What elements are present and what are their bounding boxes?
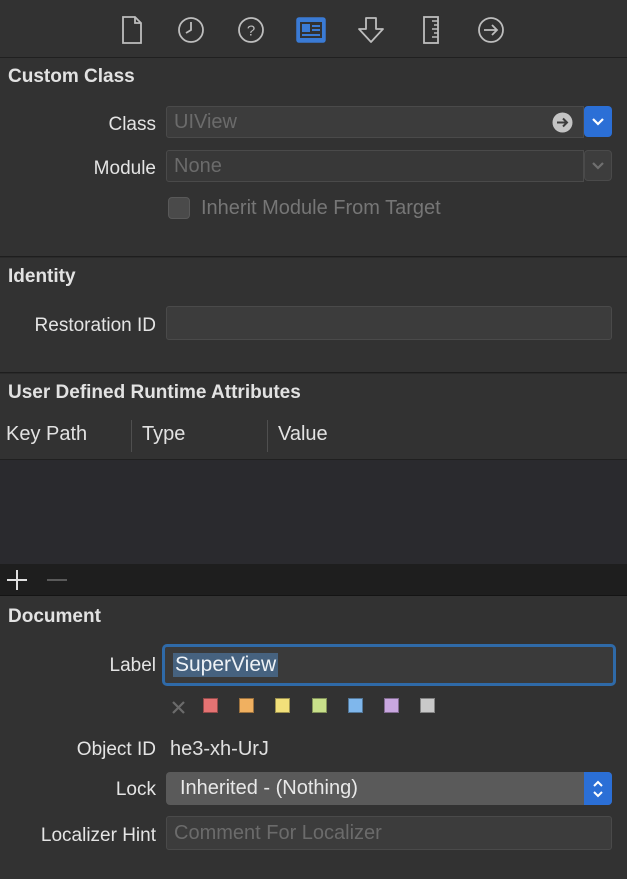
module-label: Module [93, 158, 156, 179]
localizer-hint-input[interactable] [174, 821, 611, 845]
restoration-id-label: Restoration ID [34, 315, 156, 336]
go-to-class-icon[interactable] [552, 112, 573, 139]
plus-icon [7, 570, 27, 590]
attributes-inspector-icon[interactable] [355, 14, 387, 46]
column-separator [131, 420, 132, 452]
updown-chevron-icon [584, 772, 612, 805]
size-inspector-icon[interactable] [415, 14, 447, 46]
restoration-id-field[interactable] [166, 306, 612, 340]
module-field[interactable] [166, 150, 584, 182]
color-swatch[interactable] [347, 698, 363, 713]
history-inspector-icon[interactable] [175, 14, 207, 46]
document-title: Document [8, 606, 101, 627]
class-label: Class [108, 114, 156, 135]
inherit-module-checkbox[interactable] [168, 197, 190, 219]
runtime-attributes-table-body[interactable] [0, 460, 627, 564]
localizer-hint-field[interactable] [166, 816, 612, 850]
column-header-type[interactable]: Type [142, 423, 185, 446]
connections-inspector-icon[interactable] [475, 14, 507, 46]
column-separator [267, 420, 268, 452]
column-header-key-path[interactable]: Key Path [6, 423, 87, 446]
section-divider [0, 372, 627, 374]
quick-help-icon[interactable]: ? [235, 14, 267, 46]
label-input-value[interactable]: SuperView [173, 653, 279, 677]
class-dropdown-button[interactable] [584, 106, 612, 137]
inherit-module-label: Inherit Module From Target [201, 197, 441, 219]
runtime-attributes-table-header: Key Path Type Value [0, 412, 627, 460]
section-divider [0, 256, 627, 258]
chevron-down-icon [592, 117, 604, 126]
minus-icon [47, 579, 67, 581]
remove-attribute-button[interactable] [46, 569, 68, 596]
color-swatch[interactable] [203, 698, 218, 713]
color-swatch[interactable] [275, 698, 291, 713]
x-icon[interactable] [171, 700, 186, 720]
color-swatch[interactable] [384, 698, 399, 713]
color-swatch[interactable] [420, 698, 436, 713]
custom-class-title: Custom Class [8, 66, 135, 87]
inspector-toolbar: ? [0, 0, 627, 58]
label-label: Label [109, 655, 157, 676]
svg-text:?: ? [247, 23, 255, 40]
object-id-value: he3-xh-UrJ [170, 738, 269, 760]
restoration-id-input[interactable] [174, 311, 611, 335]
module-dropdown-button[interactable] [584, 150, 612, 181]
chevron-down-icon [592, 161, 604, 170]
runtime-attributes-title: User Defined Runtime Attributes [8, 382, 301, 403]
lock-popup-button[interactable]: Inherited - (Nothing) [166, 772, 612, 805]
column-header-value[interactable]: Value [278, 423, 328, 446]
identity-inspector-icon[interactable] [295, 14, 327, 46]
object-id-label: Object ID [76, 739, 156, 760]
add-attribute-button[interactable] [6, 569, 28, 596]
identity-title: Identity [8, 266, 76, 287]
lock-value: Inherited - (Nothing) [180, 777, 358, 799]
localizer-hint-label: Localizer Hint [40, 825, 156, 846]
label-field[interactable]: SuperView [162, 644, 616, 686]
module-input[interactable] [174, 154, 583, 178]
lock-label: Lock [115, 779, 156, 800]
color-swatch[interactable] [239, 698, 255, 713]
color-swatch[interactable] [311, 698, 327, 713]
file-inspector-icon[interactable] [116, 14, 148, 46]
runtime-attributes-table-footer [0, 564, 627, 596]
class-field[interactable] [166, 106, 584, 138]
class-input[interactable] [174, 110, 583, 134]
